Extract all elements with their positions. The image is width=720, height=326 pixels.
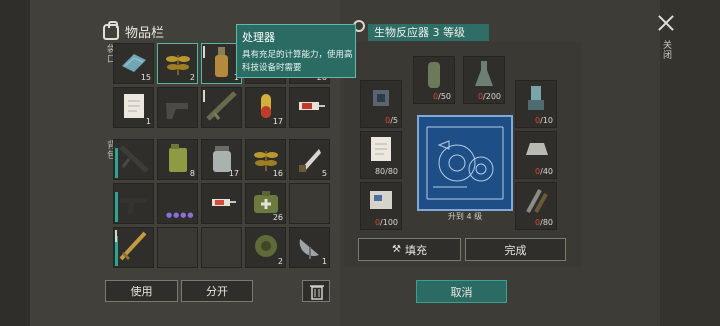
requirement-slot[interactable]: 0/40 — [515, 131, 557, 179]
sensor-icon — [523, 82, 549, 118]
inventory-slot[interactable]: 15 — [113, 43, 154, 84]
inventory-slot[interactable] — [201, 183, 242, 224]
smg-icon — [117, 186, 151, 222]
hammer-icon: ⚒ — [392, 244, 401, 255]
use-button[interactable]: 使用 — [105, 280, 178, 302]
upgrade-caption: 升到 4 级 — [447, 212, 483, 221]
requirement-slot[interactable]: 0/50 — [413, 56, 455, 104]
requirement-count: 0/10 — [535, 116, 553, 125]
chip-icon — [368, 85, 394, 115]
tooltip-body: 具有充足的计算能力，使用高科技设备时需要 — [242, 50, 353, 73]
requirement-count: 0/5 — [385, 116, 398, 125]
cancel-button[interactable]: 取消 — [416, 280, 507, 303]
inventory-slot[interactable]: 26 — [245, 183, 286, 224]
fill-label: 填充 — [404, 243, 427, 257]
syringe-icon — [206, 190, 238, 218]
fill-button[interactable]: ⚒ 填充 — [358, 238, 461, 261]
item-count: 26 — [272, 213, 283, 222]
ingot-icon — [522, 137, 550, 165]
empty-slot[interactable] — [289, 183, 330, 224]
left-edge — [0, 0, 30, 326]
inventory-slot[interactable]: 1 — [289, 227, 330, 268]
item-count: 5 — [321, 169, 327, 178]
item-count: 1 — [321, 257, 327, 266]
durability-marker — [203, 90, 205, 102]
inventory-slot[interactable]: 16 — [245, 139, 286, 180]
inventory-title-text: 物品栏 — [125, 26, 165, 41]
inventory-slot[interactable]: 5 — [289, 139, 330, 180]
requirement-slot[interactable]: 0/200 — [463, 56, 505, 104]
requirement-slot[interactable]: 0/10 — [515, 80, 557, 128]
inventory-slot[interactable]: 17 — [245, 87, 286, 128]
inventory-slot[interactable]: 2 — [157, 43, 198, 84]
radar-dish-icon — [295, 231, 325, 265]
requirement-count: 0/50 — [433, 92, 451, 101]
jerrycan-icon — [165, 142, 191, 178]
canister-icon — [421, 58, 447, 94]
paper-bandage-icon — [367, 134, 395, 168]
paper-bandage-icon — [120, 91, 148, 125]
requirement-count: 0/80 — [535, 218, 553, 227]
backpack-grid: 8 17 16 5 ●●●● 26 2 1 — [113, 139, 330, 268]
requirement-count: 0/100 — [374, 218, 398, 227]
item-count: 2 — [189, 73, 195, 82]
trash-button[interactable] — [302, 280, 330, 302]
requirement-slot[interactable]: 0/80 — [515, 182, 557, 230]
bottle-icon — [212, 45, 232, 83]
craft-title: 生物反应器 3 等级 — [368, 24, 489, 41]
rifle-dark-icon — [117, 141, 151, 179]
inventory-slot[interactable]: ●●●● — [157, 183, 198, 224]
requirement-count: 0/40 — [535, 167, 553, 176]
item-count: 16 — [272, 169, 283, 178]
inventory-slot[interactable]: 17 — [201, 139, 242, 180]
close-icon[interactable] — [657, 14, 675, 32]
empty-slot[interactable] — [157, 227, 198, 268]
durability-marker — [203, 46, 205, 58]
landmine-icon — [251, 231, 281, 265]
item-count: 1 — [145, 117, 151, 126]
requirement-slot[interactable]: 0/100 — [360, 182, 402, 230]
inventory-slot[interactable]: 1 — [113, 87, 154, 128]
close-label[interactable]: 关闭 — [660, 40, 673, 60]
requirement-slot[interactable]: 0/5 — [360, 80, 402, 128]
inventory-slot[interactable] — [113, 227, 154, 268]
item-count: 17 — [228, 169, 239, 178]
tools-icon — [522, 184, 550, 220]
motherboard-icon — [367, 187, 395, 217]
item-count: 2 — [277, 257, 283, 266]
pistol-icon — [162, 91, 194, 125]
blueprint-icon — [417, 115, 513, 211]
durability-bar — [115, 192, 118, 222]
empty-slot[interactable] — [201, 227, 242, 268]
inventory-slot[interactable]: 2 — [245, 227, 286, 268]
item-count: 8 — [189, 169, 195, 178]
shotgun-gold-icon — [117, 229, 151, 267]
durability-marker — [115, 230, 117, 242]
backpack-icon — [103, 20, 119, 40]
inventory-slot[interactable]: 8 — [157, 139, 198, 180]
herb-icon — [163, 47, 193, 81]
flask-icon — [471, 58, 497, 94]
syringe-red-icon — [294, 94, 326, 122]
item-tooltip: 处理器 具有充足的计算能力，使用高科技设备时需要 — [236, 24, 356, 78]
inventory-slot[interactable] — [201, 87, 242, 128]
item-count: 15 — [140, 73, 151, 82]
split-button[interactable]: 分开 — [181, 280, 253, 302]
inventory-slot[interactable] — [157, 87, 198, 128]
requirement-slot[interactable]: 80/80 — [360, 131, 402, 179]
inventory-slot[interactable] — [289, 87, 330, 128]
done-button[interactable]: 完成 — [465, 238, 566, 261]
inventory-title: 物品栏 — [103, 20, 165, 41]
blade-icon — [295, 143, 325, 177]
mod-slots-indicator: ●●●● — [166, 211, 195, 219]
trash-icon — [310, 285, 324, 300]
durability-bar — [115, 148, 118, 178]
rifle-icon — [205, 89, 239, 127]
requirement-count: 0/200 — [477, 92, 501, 101]
inventory-slot[interactable] — [113, 183, 154, 224]
inventory-slot[interactable] — [113, 139, 154, 180]
requirement-count: 80/80 — [374, 167, 398, 176]
item-count: 17 — [272, 117, 283, 126]
tooltip-title: 处理器 — [242, 31, 275, 44]
